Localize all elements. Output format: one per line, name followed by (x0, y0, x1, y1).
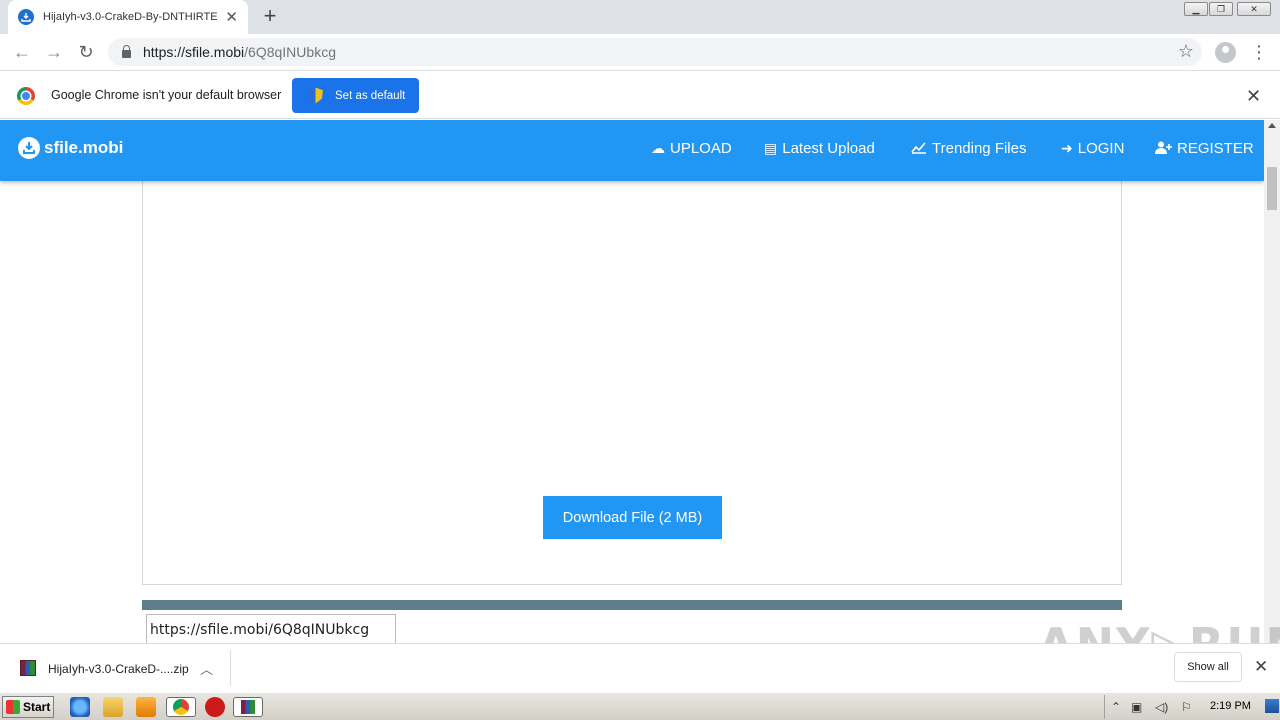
winrar-taskbar-icon[interactable] (233, 697, 263, 717)
show-desktop-icon[interactable] (1265, 699, 1279, 713)
browser-toolbar: ← → ↻ https://sfile.mobi/6Q8qINUbkcg ☆ ⋮ (0, 34, 1280, 71)
start-button[interactable]: Start (2, 696, 54, 718)
uac-shield-icon (308, 87, 323, 104)
brand-name: sfile.mobi (44, 138, 124, 157)
nav-trending-files-label: Trending Files (932, 140, 1027, 157)
windows-flag-icon (6, 700, 20, 714)
sign-in-icon: ➜ (1061, 140, 1073, 156)
profile-avatar-icon[interactable] (1215, 42, 1236, 63)
scrollbar-thumb[interactable] (1267, 167, 1277, 210)
infobar-message: Google Chrome isn't your default browser (51, 88, 282, 102)
page-viewport: Download File (2 MB) https://sfile.mobi/… (0, 120, 1280, 643)
forward-arrow-icon[interactable]: → (42, 40, 66, 64)
shelf-divider (230, 650, 231, 686)
winrar-archive-icon (20, 660, 36, 676)
file-explorer-icon[interactable] (103, 697, 123, 717)
default-browser-infobar: Google Chrome isn't your default browser… (0, 72, 1280, 119)
tab-strip: HijaIyh-v3.0-CrakeD-By-DNTHIRTEEN ✕ + ▁ … (0, 0, 1280, 34)
download-logo-icon (18, 137, 40, 159)
download-shelf: HijaIyh-v3.0-CrakeD-....zip ︿ Show all ✕ (0, 643, 1280, 691)
scroll-up-arrow-icon[interactable] (1268, 123, 1276, 128)
nav-latest-upload[interactable]: ▤ Latest Upload (764, 140, 875, 157)
nav-login[interactable]: ➜ LOGIN (1061, 140, 1124, 157)
download-favicon-icon (18, 9, 34, 25)
new-tab-button[interactable]: + (258, 4, 282, 28)
volume-icon[interactable]: ◁) (1155, 700, 1168, 714)
opera-icon[interactable] (205, 697, 225, 717)
media-player-icon[interactable] (136, 697, 156, 717)
anyrun-watermark: ANY▷RUN (1038, 618, 1280, 643)
network-icon[interactable]: ▣ (1131, 700, 1142, 714)
tab-close-icon[interactable]: ✕ (225, 10, 238, 25)
nav-register[interactable]: REGISTER (1155, 140, 1254, 157)
page-scrollbar[interactable] (1264, 120, 1280, 643)
section-divider (142, 600, 1122, 610)
site-logo[interactable]: sfile.mobi (18, 137, 123, 159)
cloud-upload-icon: ☁ (651, 140, 665, 156)
back-arrow-icon[interactable]: ← (10, 40, 34, 64)
start-label: Start (23, 700, 51, 714)
address-bar[interactable]: https://sfile.mobi/6Q8qINUbkcg ☆ (108, 38, 1202, 66)
show-all-button[interactable]: Show all (1174, 652, 1242, 682)
nav-latest-upload-label: Latest Upload (782, 140, 875, 157)
tab-title: HijaIyh-v3.0-CrakeD-By-DNTHIRTEEN (43, 11, 218, 23)
window-close-button[interactable]: ✕ (1237, 2, 1271, 16)
shelf-close-icon[interactable]: ✕ (1254, 657, 1268, 677)
list-icon: ▤ (764, 140, 778, 156)
minimize-button[interactable]: ▁ (1184, 2, 1208, 16)
bookmark-star-icon[interactable]: ☆ (1178, 41, 1194, 62)
tray-expand-icon[interactable]: ⌃ (1111, 700, 1121, 714)
chrome-logo-icon (17, 87, 35, 105)
clock[interactable]: 2:19 PM (1210, 700, 1251, 712)
lock-icon (122, 45, 131, 58)
download-file-button[interactable]: Download File (2 MB) (543, 496, 722, 539)
nav-trending-files[interactable]: Trending Files (911, 140, 1026, 157)
set-as-default-button[interactable]: Set as default (292, 78, 419, 113)
site-navbar: sfile.mobi ☁ UPLOAD ▤ Latest Upload Tren… (0, 120, 1264, 181)
reload-icon[interactable]: ↻ (74, 40, 98, 64)
download-filename[interactable]: HijaIyh-v3.0-CrakeD-....zip (48, 662, 189, 676)
nav-upload[interactable]: ☁ UPLOAD (651, 140, 732, 157)
menu-dots-icon[interactable]: ⋮ (1250, 41, 1268, 65)
system-tray: ⌃ ▣ ◁) ⚐ 2:19 PM (1104, 695, 1280, 719)
action-center-flag-icon[interactable]: ⚐ (1181, 700, 1192, 714)
chrome-taskbar-icon[interactable] (166, 697, 196, 717)
user-plus-icon (1155, 141, 1172, 157)
chart-line-icon (911, 141, 927, 157)
browser-tab[interactable]: HijaIyh-v3.0-CrakeD-By-DNTHIRTEEN ✕ (8, 0, 248, 34)
windows-taskbar: Start ⌃ ▣ ◁) ⚐ 2:19 PM (0, 692, 1280, 720)
set-as-default-label: Set as default (335, 89, 406, 102)
nav-upload-label: UPLOAD (670, 140, 732, 157)
maximize-button[interactable]: ❐ (1209, 2, 1233, 16)
url-text[interactable]: https://sfile.mobi/6Q8qINUbkcg (143, 44, 336, 60)
chevron-up-icon[interactable]: ︿ (200, 659, 213, 678)
internet-explorer-icon[interactable] (70, 697, 90, 717)
infobar-close-icon[interactable]: ✕ (1246, 86, 1261, 107)
nav-register-label: REGISTER (1177, 140, 1254, 157)
share-link-field[interactable]: https://sfile.mobi/6Q8qINUbkcg (146, 614, 396, 643)
nav-login-label: LOGIN (1077, 140, 1125, 157)
